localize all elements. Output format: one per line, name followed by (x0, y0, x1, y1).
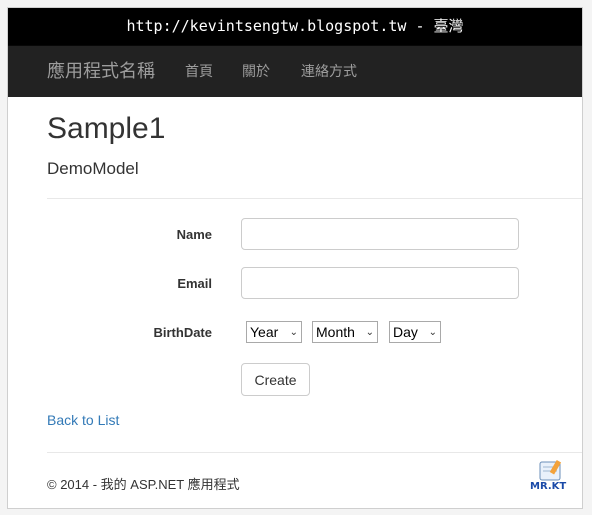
browser-content: http://kevintsengtw.blogspot.tw - 臺灣 應用程… (7, 7, 583, 509)
email-label: Email (177, 276, 212, 291)
nav-link-home[interactable]: 首頁 (185, 46, 213, 97)
day-select-value: Day (393, 324, 418, 340)
url-banner: http://kevintsengtw.blogspot.tw - 臺灣 (8, 8, 582, 45)
email-input[interactable] (241, 267, 519, 299)
nav-link-about[interactable]: 關於 (242, 46, 270, 97)
navbar: 應用程式名稱 首頁 關於 連絡方式 (8, 45, 582, 97)
name-input[interactable] (241, 218, 519, 250)
year-select[interactable]: Year ⌄ (246, 321, 302, 343)
name-label: Name (176, 227, 212, 242)
chevron-down-icon: ⌄ (289, 326, 298, 338)
chevron-down-icon: ⌄ (365, 326, 374, 338)
chevron-down-icon: ⌄ (428, 326, 437, 338)
page-title: Sample1 (47, 112, 166, 145)
create-button[interactable]: Create (241, 363, 310, 396)
birthdate-label: BirthDate (153, 325, 212, 340)
back-to-list-link[interactable]: Back to List (47, 412, 119, 428)
footer-divider (47, 452, 582, 453)
page-subtitle: DemoModel (47, 159, 139, 178)
month-select-value: Month (316, 324, 355, 340)
logo-text: MR.KT (530, 481, 567, 492)
year-select-value: Year (250, 324, 279, 340)
mrkt-logo: MR.KT (526, 458, 572, 503)
day-select[interactable]: Day ⌄ (389, 321, 441, 343)
nav-link-contact[interactable]: 連絡方式 (301, 46, 357, 97)
month-select[interactable]: Month ⌄ (312, 321, 378, 343)
divider (47, 198, 582, 199)
footer-text: © 2014 - 我的 ASP.NET 應用程式 (47, 477, 240, 492)
navbar-brand[interactable]: 應用程式名稱 (47, 46, 155, 97)
